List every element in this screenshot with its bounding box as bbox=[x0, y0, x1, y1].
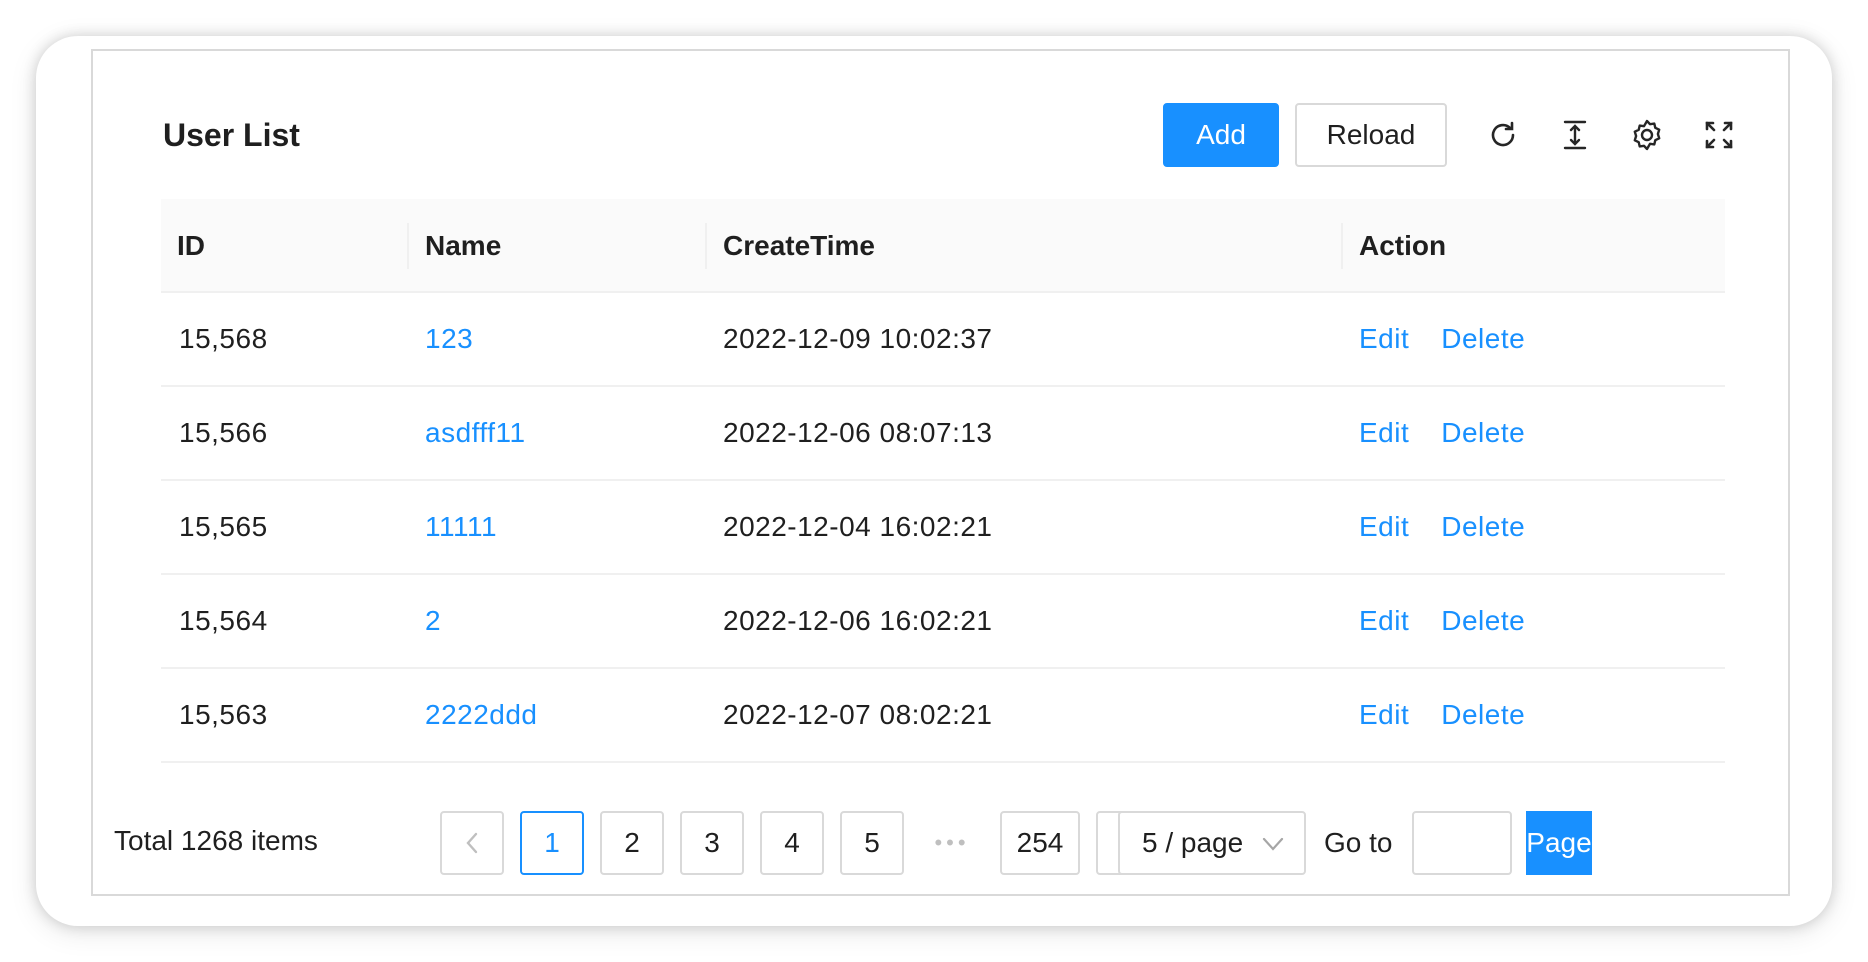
user-table: ID Name CreateTime Action 15,568 123 202… bbox=[161, 199, 1725, 763]
cell-create-time: 2022-12-07 08:02:21 bbox=[723, 699, 993, 730]
delete-link[interactable]: Delete bbox=[1441, 511, 1525, 543]
prev-page-button[interactable] bbox=[440, 811, 504, 875]
chevron-left-icon bbox=[466, 832, 478, 854]
edit-link[interactable]: Edit bbox=[1359, 699, 1409, 731]
column-divider bbox=[407, 223, 409, 269]
edit-link[interactable]: Edit bbox=[1359, 417, 1409, 449]
page-size-value: 5 / page bbox=[1142, 827, 1244, 858]
column-divider bbox=[705, 223, 707, 269]
page-item-1[interactable]: 1 bbox=[520, 811, 584, 875]
table-header: ID Name CreateTime Action bbox=[161, 199, 1725, 293]
goto-label: Go to bbox=[1324, 827, 1393, 858]
table-row: 15,564 2 2022-12-06 16:02:21 Edit Delete bbox=[161, 575, 1725, 669]
column-header-id[interactable]: ID bbox=[177, 199, 205, 293]
fullscreen-icon[interactable] bbox=[1701, 117, 1737, 153]
cell-id: 15,566 bbox=[179, 417, 268, 448]
table-row: 15,563 2222ddd 2022-12-07 08:02:21 Edit … bbox=[161, 669, 1725, 763]
delete-link[interactable]: Delete bbox=[1441, 323, 1525, 355]
cell-name-link[interactable]: 11111 bbox=[425, 481, 497, 573]
delete-link[interactable]: Delete bbox=[1441, 417, 1525, 449]
delete-link[interactable]: Delete bbox=[1441, 605, 1525, 637]
page-ellipsis[interactable]: ••• bbox=[920, 811, 984, 875]
cell-actions: Edit Delete bbox=[1359, 575, 1525, 667]
cell-create-time: 2022-12-04 16:02:21 bbox=[723, 511, 993, 542]
table-toolbar: User List Add Reload bbox=[163, 103, 1733, 167]
column-header-name[interactable]: Name bbox=[425, 199, 501, 293]
page-size-select[interactable]: 5 / page bbox=[1118, 811, 1306, 875]
column-header-action: Action bbox=[1359, 230, 1447, 261]
page-item-last[interactable]: 254 bbox=[1000, 811, 1080, 875]
column-height-icon[interactable] bbox=[1557, 117, 1593, 153]
setting-icon[interactable] bbox=[1629, 117, 1665, 153]
cell-create-time: 2022-12-06 08:07:13 bbox=[723, 417, 993, 448]
column-divider bbox=[1341, 223, 1343, 269]
cell-actions: Edit Delete bbox=[1359, 669, 1525, 761]
table-row: 15,566 asdfff11 2022-12-06 08:07:13 Edit… bbox=[161, 387, 1725, 481]
pagination: Total 1268 items 1 2 3 4 5 ••• 254 5 / p… bbox=[114, 811, 1774, 875]
add-button[interactable]: Add bbox=[1163, 103, 1279, 167]
chevron-down-icon bbox=[1262, 837, 1284, 851]
cell-create-time: 2022-12-09 10:02:37 bbox=[723, 323, 993, 354]
page-item-4[interactable]: 4 bbox=[760, 811, 824, 875]
cell-id: 15,568 bbox=[179, 323, 268, 354]
cell-name-link[interactable]: 2 bbox=[425, 575, 441, 667]
table-row: 15,565 11111 2022-12-04 16:02:21 Edit De… bbox=[161, 481, 1725, 575]
table-panel: User List Add Reload ID Name CreateTime … bbox=[91, 49, 1790, 896]
cell-id: 15,564 bbox=[179, 605, 268, 636]
total-items-text: Total 1268 items bbox=[114, 825, 318, 856]
edit-link[interactable]: Edit bbox=[1359, 511, 1409, 543]
cell-create-time: 2022-12-06 16:02:21 bbox=[723, 605, 993, 636]
reload-icon[interactable] bbox=[1485, 117, 1521, 153]
cell-name-link[interactable]: 2222ddd bbox=[425, 669, 538, 761]
table-row: 15,568 123 2022-12-09 10:02:37 Edit Dele… bbox=[161, 293, 1725, 387]
cell-id: 15,563 bbox=[179, 699, 268, 730]
page-item-3[interactable]: 3 bbox=[680, 811, 744, 875]
page-item-2[interactable]: 2 bbox=[600, 811, 664, 875]
cell-actions: Edit Delete bbox=[1359, 387, 1525, 479]
cell-name-link[interactable]: 123 bbox=[425, 293, 473, 385]
page-title: User List bbox=[163, 117, 300, 153]
cell-id: 15,565 bbox=[179, 511, 268, 542]
page-item-5[interactable]: 5 bbox=[840, 811, 904, 875]
screenshot-stage: User List Add Reload ID Name CreateTime … bbox=[0, 0, 1868, 962]
edit-link[interactable]: Edit bbox=[1359, 605, 1409, 637]
cell-actions: Edit Delete bbox=[1359, 293, 1525, 385]
cell-actions: Edit Delete bbox=[1359, 481, 1525, 573]
goto-page-button[interactable]: Page bbox=[1526, 811, 1592, 875]
cell-name-link[interactable]: asdfff11 bbox=[425, 387, 526, 479]
delete-link[interactable]: Delete bbox=[1441, 699, 1525, 731]
goto-page-input[interactable] bbox=[1412, 811, 1512, 875]
reload-button[interactable]: Reload bbox=[1295, 103, 1447, 167]
edit-link[interactable]: Edit bbox=[1359, 323, 1409, 355]
column-header-createtime[interactable]: CreateTime bbox=[723, 199, 875, 293]
